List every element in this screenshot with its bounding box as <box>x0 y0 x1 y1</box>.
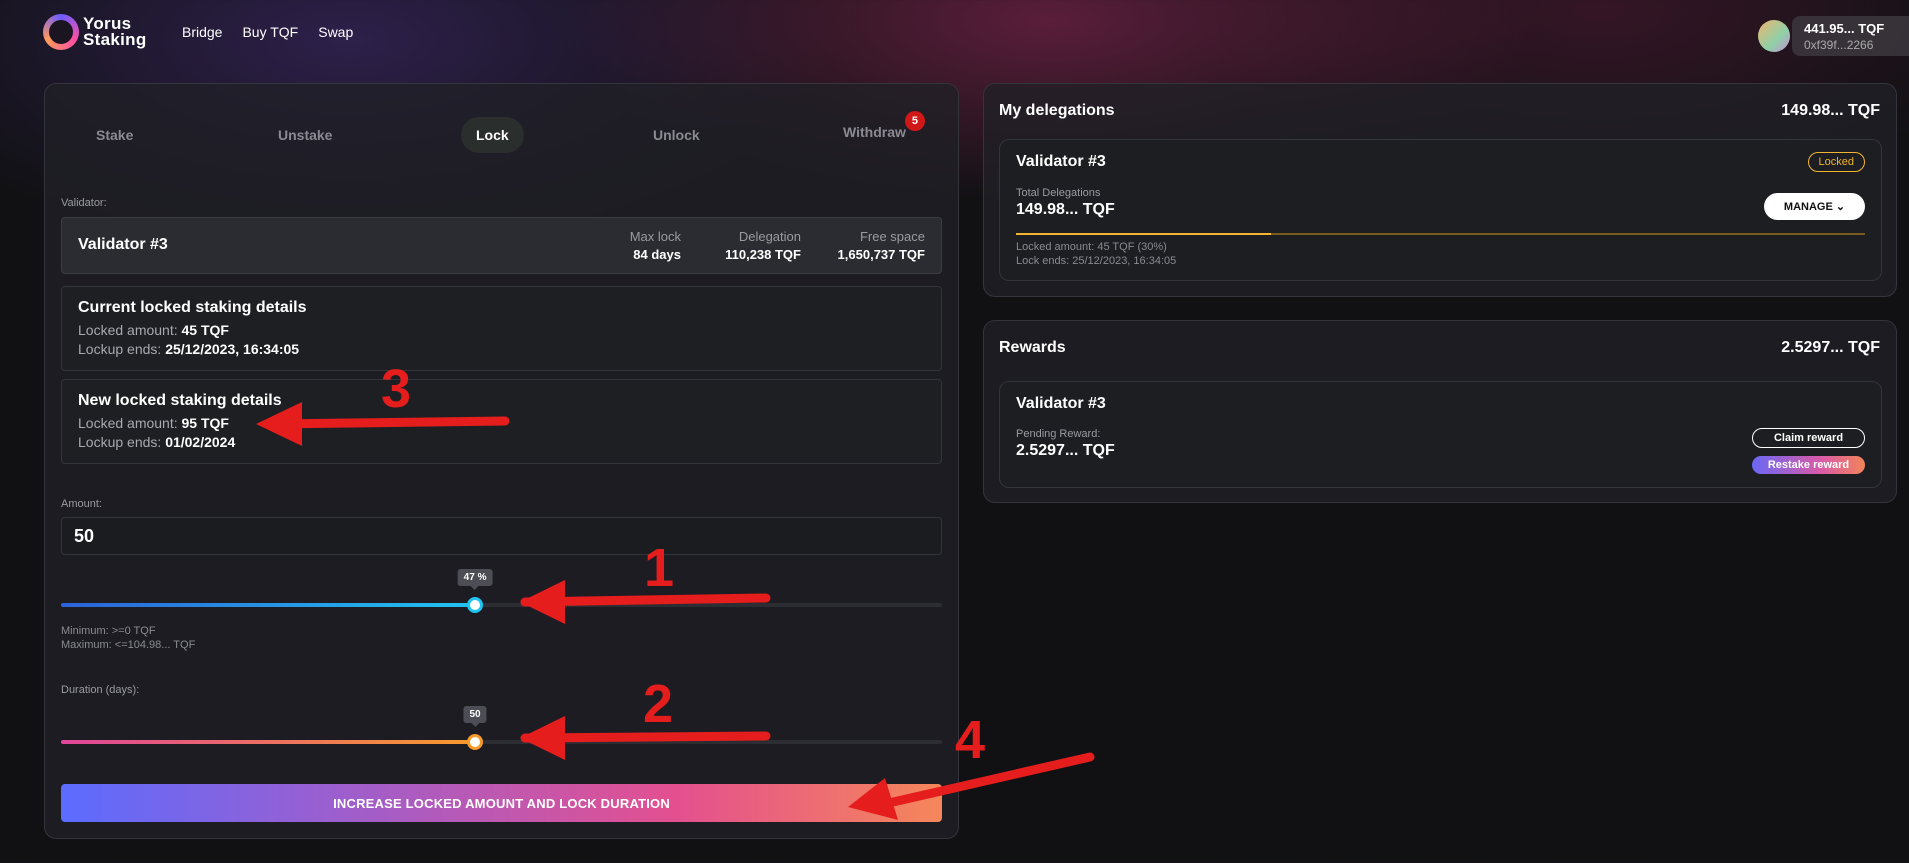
delegation-validator-name: Validator #3 <box>1016 153 1106 170</box>
duration-slider-tooltip: 50 <box>463 706 487 727</box>
delegations-title: My delegations <box>999 102 1115 119</box>
delegations-total: 149.98... TQF <box>1781 102 1880 119</box>
lock-progress-fill <box>1016 233 1271 235</box>
status-badge: Locked <box>1807 152 1865 172</box>
annotation-4: 4 <box>955 710 986 770</box>
rewards-panel: Rewards 2.5297... TQF Validator #3 Pendi… <box>983 320 1897 503</box>
avatar <box>1758 20 1790 52</box>
validator-name: Validator #3 <box>78 236 168 253</box>
withdraw-count-badge: 5 <box>904 111 925 131</box>
new-lock-details: New locked staking details Locked amount… <box>61 379 942 464</box>
manage-button[interactable]: MANAGE ⌄ <box>1764 193 1865 220</box>
action-tabs: Stake Unstake Lock Unlock Withdraw 5 <box>45 111 958 157</box>
duration-label: Duration (days): <box>61 684 140 696</box>
lock-panel: Stake Unstake Lock Unlock Withdraw 5 Val… <box>44 83 959 839</box>
duration-slider[interactable]: 50 <box>61 706 942 750</box>
amount-slider-tooltip: 47 % <box>457 569 493 590</box>
new-lockup-ends: Lockup ends: 01/02/2024 <box>78 434 236 450</box>
logo-ring-icon <box>43 14 79 50</box>
chevron-down-icon: ⌄ <box>1835 201 1846 213</box>
logo[interactable]: Yorus Staking <box>43 14 147 50</box>
pending-reward: Pending Reward: 2.5297... TQF <box>1016 428 1115 459</box>
tab-withdraw[interactable]: Withdraw 5 <box>828 111 925 150</box>
current-lock-details: Current locked staking details Locked am… <box>61 286 942 371</box>
free-space-stat: Free space 1,650,737 TQF <box>837 229 925 262</box>
total-delegations: Total Delegations 149.98... TQF <box>1016 187 1115 218</box>
lock-progress-bar <box>1016 233 1865 235</box>
tab-lock[interactable]: Lock <box>461 117 524 153</box>
validator-selector[interactable]: Validator #3 Max lock 84 days Delegation… <box>61 217 942 274</box>
amount-slider-thumb[interactable] <box>467 597 484 613</box>
amount-slider-fill <box>61 603 476 607</box>
nav-buy-tqf[interactable]: Buy TQF <box>242 24 298 40</box>
top-nav: Bridge Buy TQF Swap <box>182 24 353 40</box>
restake-reward-button[interactable]: Restake reward <box>1752 456 1865 474</box>
claim-reward-button[interactable]: Claim reward <box>1752 428 1865 448</box>
current-locked-amount: Locked amount: 45 TQF <box>78 322 229 338</box>
my-delegations-panel: My delegations 149.98... TQF Validator #… <box>983 83 1897 297</box>
delegation-stat: Delegation 110,238 TQF <box>725 229 801 262</box>
validator-label: Validator: <box>61 197 107 209</box>
current-details-title: Current locked staking details <box>78 299 307 316</box>
delegation-lock-ends: Lock ends: 25/12/2023, 16:34:05 <box>1016 255 1177 267</box>
new-locked-amount: Locked amount: 95 TQF <box>78 415 229 431</box>
amount-input[interactable] <box>61 517 942 555</box>
logo-text: Yorus Staking <box>83 14 147 49</box>
rewards-total: 2.5297... TQF <box>1781 339 1880 356</box>
wallet-info[interactable]: 441.95... TQF 0xf39f...2266 <box>1792 16 1909 56</box>
tab-unlock[interactable]: Unlock <box>638 117 715 153</box>
rewards-title: Rewards <box>999 339 1066 356</box>
delegation-card: Validator #3 Locked Total Delegations 14… <box>999 139 1882 281</box>
current-lockup-ends: Lockup ends: 25/12/2023, 16:34:05 <box>78 341 300 357</box>
wallet-button[interactable]: 441.95... TQF 0xf39f...2266 <box>1758 16 1909 56</box>
tab-stake[interactable]: Stake <box>81 117 148 153</box>
amount-maximum: Maximum: <=104.98... TQF <box>61 639 196 651</box>
reward-card: Validator #3 Pending Reward: 2.5297... T… <box>999 381 1882 488</box>
duration-slider-fill <box>61 740 476 744</box>
new-details-title: New locked staking details <box>78 392 282 409</box>
nav-swap[interactable]: Swap <box>318 24 353 40</box>
wallet-balance: 441.95... TQF <box>1804 21 1885 36</box>
amount-limits: Minimum: >=0 TQF Maximum: <=104.98... TQ… <box>61 624 195 652</box>
tab-withdraw-label: Withdraw <box>843 124 906 140</box>
wallet-address: 0xf39f...2266 <box>1804 38 1874 52</box>
annotation-3: 3 <box>381 359 412 419</box>
annotation-2: 2 <box>643 674 674 734</box>
annotation-1: 1 <box>644 538 675 598</box>
amount-label: Amount: <box>61 498 102 510</box>
increase-lock-button[interactable]: INCREASE LOCKED AMOUNT AND LOCK DURATION <box>61 784 942 822</box>
duration-slider-thumb[interactable] <box>467 734 484 750</box>
reward-validator-name: Validator #3 <box>1016 395 1106 412</box>
amount-slider[interactable]: 47 % <box>61 569 942 613</box>
amount-minimum: Minimum: >=0 TQF <box>61 625 156 637</box>
delegation-locked-amount: Locked amount: 45 TQF (30%) <box>1016 241 1167 253</box>
lock-info: Locked amount: 45 TQF (30%) Lock ends: 2… <box>1016 240 1176 268</box>
nav-bridge[interactable]: Bridge <box>182 24 222 40</box>
max-lock-stat: Max lock 84 days <box>629 229 681 262</box>
tab-unstake[interactable]: Unstake <box>263 117 347 153</box>
